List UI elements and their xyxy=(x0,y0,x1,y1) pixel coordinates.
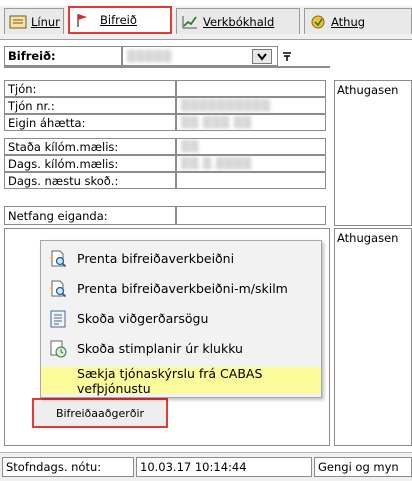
red-flag-icon xyxy=(77,14,87,27)
field-netfang[interactable] xyxy=(176,206,326,225)
tab-verkbokhald[interactable]: Verkbókhald xyxy=(176,8,300,34)
field-label-tjon-nr: Tjón nr.: xyxy=(4,97,176,114)
field-tjon-nr[interactable]: ▒▒▒▒▒▒▒▒▒▒ xyxy=(176,97,326,114)
currency-label: Gengi og myn xyxy=(314,457,412,477)
notes-top-label: Athugasen xyxy=(337,83,399,97)
divider xyxy=(4,66,330,68)
bifreidaadgerdir-label: Bifreiðaaðgerðir xyxy=(55,406,145,420)
menu-item-vidgerdarsaga[interactable]: Skoða viðgerðarsögu xyxy=(41,305,321,332)
field-value: ▒▒ xyxy=(181,140,199,153)
field-label-tjon: Tjón: xyxy=(4,80,176,97)
menu-item-label: Skoða viðgerðarsögu xyxy=(77,311,209,326)
chart-icon xyxy=(182,15,197,28)
field-dags-kilom[interactable]: ▒▒.▒.▒▒▒▒ xyxy=(176,155,326,172)
bifreidaadgerdir-button[interactable]: Bifreiðaaðgerðir xyxy=(32,398,168,428)
print-preview-icon xyxy=(50,250,67,268)
field-value: ▒▒ ▒▒▒ ▒▒ xyxy=(181,116,252,129)
notes-pane-top[interactable]: Athugasen xyxy=(334,80,412,226)
field-eigin-ahaetta[interactable]: ▒▒ ▒▒▒ ▒▒ xyxy=(176,114,326,131)
notes-bottom-label: Athugasen xyxy=(337,231,399,245)
chevron-down-icon xyxy=(257,52,267,61)
vehicle-label: Bifreið: xyxy=(4,46,122,66)
tab-athug-label: Athug xyxy=(331,14,366,29)
tab-bifreid-label: Bifreið xyxy=(100,13,137,27)
menu-item-label: Prenta bifreiðaverkbeiðni-m/skilm xyxy=(77,281,288,296)
vehicle-value: ▒▒▒▒▒ xyxy=(127,49,172,63)
print-preview-icon xyxy=(50,280,67,298)
field-label-dags-naestu: Dags. næstu skoð.: xyxy=(4,172,176,189)
field-label-eigin-ahaetta: Eigin áhætta: xyxy=(4,114,176,131)
notes-pane-bottom[interactable]: Athugasen xyxy=(334,228,412,446)
menu-item-saekja-cabas[interactable]: Sækja tjónaskýrslu frá CABAS vefþjónustu xyxy=(41,365,321,396)
field-stada-kilom[interactable]: ▒▒ xyxy=(176,138,326,155)
menu-item-label: Skoða stimplanir úr klukku xyxy=(77,341,243,356)
menu-item-prenta-skilm[interactable]: Prenta bifreiðaverkbeiðni-m/skilm xyxy=(41,275,321,302)
field-label-stada-kilom: Staða kílóm.mælis: xyxy=(4,138,176,155)
lines-icon xyxy=(9,15,27,28)
menu-item-label: Prenta bifreiðaverkbeiðni xyxy=(77,251,235,266)
menu-item-label: Sækja tjónaskýrslu frá CABAS vefþjónustu xyxy=(77,365,263,396)
note-icon xyxy=(311,15,325,28)
field-label-dags-kilom: Dags. kílóm.mælis: xyxy=(4,155,176,172)
document-list-icon xyxy=(50,310,66,328)
field-tjon[interactable] xyxy=(176,80,326,97)
created-date-label: Stofndags. nótu: xyxy=(2,457,134,477)
field-value: ▒▒.▒.▒▒▒▒ xyxy=(181,157,252,170)
menu-item-stimplanir[interactable]: Skoða stimplanir úr klukku xyxy=(41,335,321,362)
tab-linur-label: Línur xyxy=(31,14,60,29)
created-date-value: 10.03.17 10:14:44 xyxy=(136,457,312,477)
vehicle-dropdown-button[interactable] xyxy=(252,49,272,64)
context-menu: Prenta bifreiðaverkbeiðni Prenta bifreið… xyxy=(40,240,322,398)
pin-icon xyxy=(283,52,291,61)
clock-doc-icon xyxy=(50,340,67,358)
tab-athug[interactable]: Athug xyxy=(304,8,412,34)
vehicle-lookup-button[interactable] xyxy=(280,46,294,66)
tab-verkbokhald-label: Verkbókhald xyxy=(203,14,275,29)
field-label-netfang: Netfang eiganda: xyxy=(4,206,176,225)
field-value: ▒▒▒▒▒▒▒▒▒▒ xyxy=(181,99,271,112)
menu-item-prenta-verkbeidni[interactable]: Prenta bifreiðaverkbeiðni xyxy=(41,245,321,272)
field-dags-naestu[interactable] xyxy=(176,172,326,189)
tab-linur[interactable]: Línur xyxy=(4,8,64,34)
tab-bifreid[interactable]: Bifreið xyxy=(68,6,172,34)
